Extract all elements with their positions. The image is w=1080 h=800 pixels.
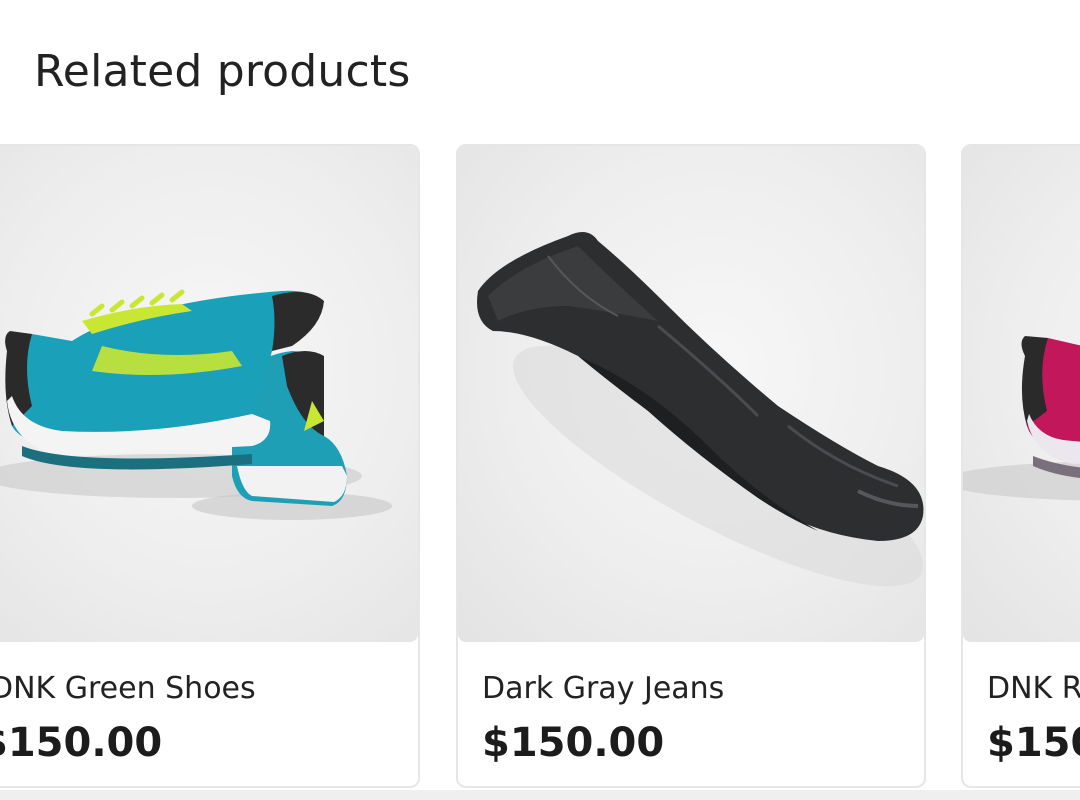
product-image[interactable]	[0, 146, 418, 642]
product-image[interactable]	[963, 146, 1080, 642]
product-card-dark-gray-jeans[interactable]: Dark Gray Jeans $150.00	[456, 144, 926, 788]
product-image[interactable]	[458, 146, 924, 642]
red-shoes-image	[963, 336, 1080, 501]
related-products-page: Related products DNK Green Shoes 150.00 …	[0, 0, 1080, 800]
product-card-green-shoes[interactable]: DNK Green Shoes $150.00	[0, 144, 420, 788]
bottom-divider	[0, 790, 1080, 800]
related-products-carousel[interactable]: DNK Green Shoes $150.00 Dark Gray Jeans …	[0, 144, 1080, 790]
product-price: $150.00	[0, 720, 163, 766]
product-name[interactable]: DNK Red Shoes	[987, 671, 1080, 706]
product-price: $150.00	[987, 720, 1080, 766]
green-shoes-image	[0, 289, 392, 520]
section-title: Related products	[34, 46, 411, 97]
product-card-red-shoes[interactable]: DNK Red Shoes $150.00	[961, 144, 1080, 788]
dark-gray-jeans-image	[477, 232, 924, 587]
product-name[interactable]: Dark Gray Jeans	[482, 671, 724, 706]
product-name[interactable]: DNK Green Shoes	[0, 671, 256, 706]
product-price: $150.00	[482, 720, 665, 766]
